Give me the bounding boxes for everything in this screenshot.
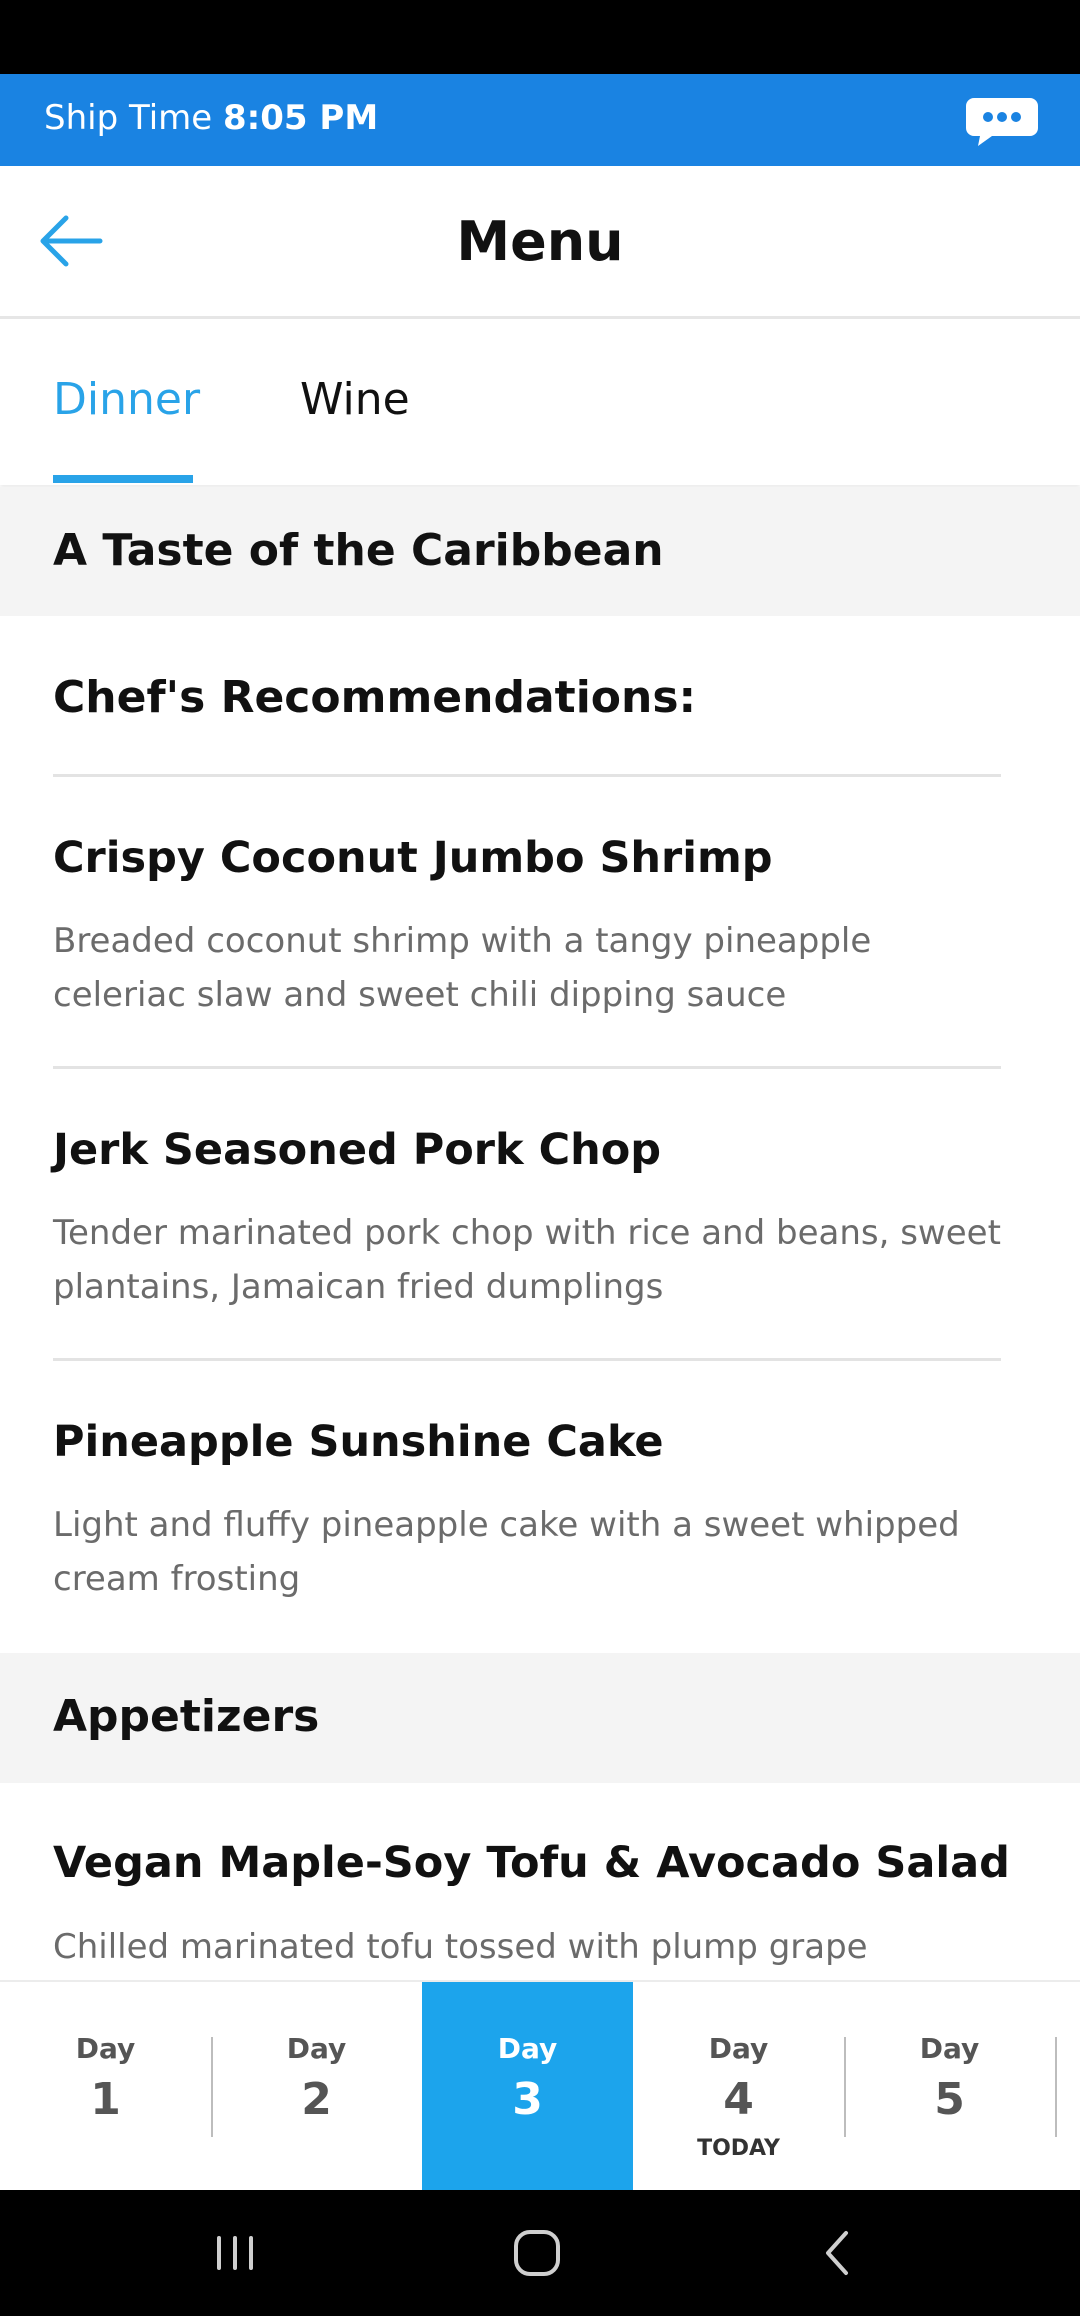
menu-item-description: Tender marinated pork chop with rice and… [53,1213,1001,1307]
menu-item-description: Light and fluffy pineapple cake with a s… [53,1505,960,1599]
day-tab-2[interactable]: Day 2 [211,1982,422,2192]
chat-bubble-icon[interactable] [966,94,1038,146]
section-header-taste: A Taste of the Caribbean [0,487,1080,616]
section-title-taste: A Taste of the Caribbean [53,525,664,576]
tab-wine[interactable]: Wine [300,374,410,425]
menu-item-title[interactable]: Pineapple Sunshine Cake [53,1417,664,1467]
back-nav-icon[interactable] [804,2218,874,2288]
system-navigation-bar [0,2190,1080,2316]
today-badge: TODAY [697,2136,780,2161]
day-label: Day [919,2032,980,2065]
day-divider [1055,2037,1057,2137]
day-number: 1 [90,2074,121,2125]
recent-apps-icon[interactable] [200,2218,270,2288]
system-status-bar [0,0,1080,74]
day-tab-5[interactable]: Day 5 [844,1982,1055,2192]
day-number: 5 [934,2074,965,2125]
tab-dinner[interactable]: Dinner [53,374,200,425]
section-title-recommendations: Chef's Recommendations: [53,672,697,723]
ship-time-label: Ship Time [44,98,213,138]
divider [53,1358,1001,1361]
ship-time-bar: Ship Time 8:05 PM [0,74,1080,166]
page-header: Menu [0,166,1080,319]
day-number: 2 [301,2074,332,2125]
ship-time: Ship Time 8:05 PM [44,98,378,138]
day-label: Day [497,2032,558,2065]
menu-item-title[interactable]: Vegan Maple-Soy Tofu & Avocado Salad [53,1838,1010,1888]
active-tab-indicator [53,475,193,483]
divider [53,1066,1001,1069]
section-title-appetizers: Appetizers [53,1691,320,1742]
section-header-appetizers: Appetizers [0,1653,1080,1783]
menu-item-description: Breaded coconut shrimp with a tangy pine… [53,921,872,1015]
day-tab-3[interactable]: Day 3 [422,1982,633,2192]
ship-time-value: 8:05 PM [223,98,379,138]
menu-item-title[interactable]: Jerk Seasoned Pork Chop [53,1125,661,1175]
day-number: 3 [512,2074,543,2125]
day-label: Day [708,2032,769,2065]
day-label: Day [286,2032,347,2065]
day-tab-1[interactable]: Day 1 [0,1982,211,2192]
home-icon[interactable] [502,2218,572,2288]
day-tab-4[interactable]: Day 4 TODAY [633,1982,844,2192]
menu-item-title[interactable]: Crispy Coconut Jumbo Shrimp [53,833,773,883]
day-label: Day [75,2032,136,2065]
page-title: Menu [456,210,624,273]
menu-tabs: Dinner Wine [0,319,1080,485]
day-number: 4 [723,2074,754,2125]
divider [53,774,1001,777]
day-selector: Day 1 Day 2 Day 3 Day 4 TODAY Day 5 [0,1980,1080,2192]
menu-item-description: Chilled marinated tofu tossed with plump… [53,1927,868,1967]
